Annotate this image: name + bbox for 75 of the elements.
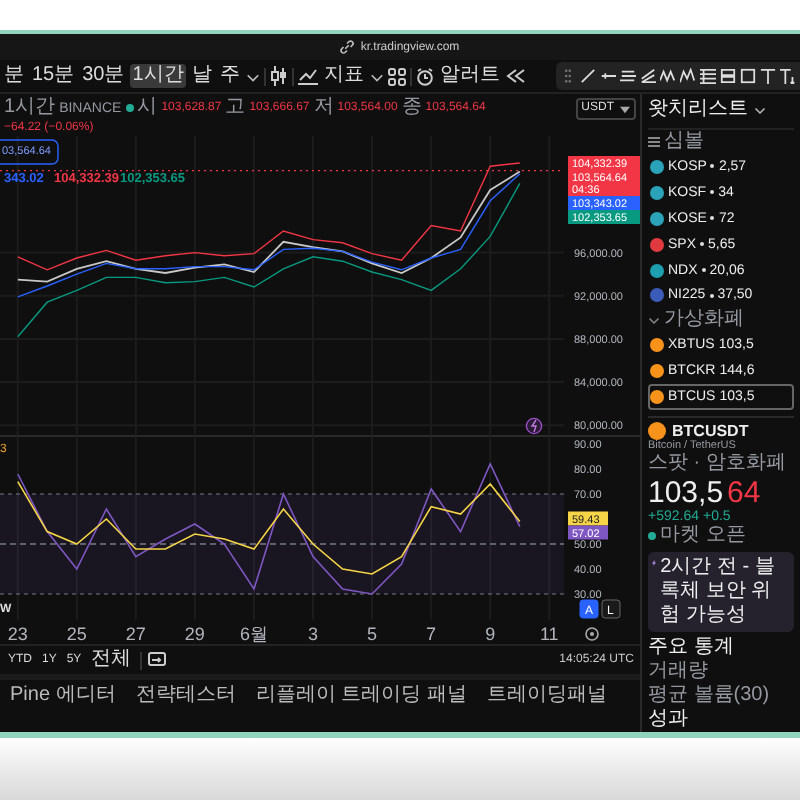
- notice-text: 2시간 전 - 블록체 보안 위험 가능성: [660, 556, 777, 629]
- panel-tab[interactable]: 리플레이 트레이딩 패널: [253, 683, 469, 707]
- status-dot-icon: [648, 532, 656, 541]
- caret-icon[interactable]: [245, 69, 260, 83]
- rectangle-icon[interactable]: [740, 68, 756, 84]
- news-notice[interactable]: 2시간 전 - 블록체 보안 위험 가능성: [648, 552, 794, 633]
- drag-handle-icon[interactable]: [560, 68, 576, 84]
- settings-icon[interactable]: [585, 627, 599, 641]
- section-heading: 성과: [648, 708, 690, 732]
- market-status: 마켓 오픈: [660, 524, 746, 549]
- indicators-button[interactable]: 지표: [321, 64, 366, 88]
- live-dot-icon: [700, 242, 705, 247]
- watchlist-title[interactable]: 왓치리스트: [648, 98, 748, 122]
- parallel-lines-icon[interactable]: [620, 68, 636, 84]
- date-label: 29: [184, 624, 205, 644]
- ohlc-label: 시: [137, 96, 158, 120]
- ohlc-label: 저: [313, 96, 334, 120]
- interval-button[interactable]: 30분: [80, 64, 127, 88]
- panel-tab[interactable]: 전략테스터: [133, 683, 238, 707]
- date-range-icon[interactable]: [147, 652, 166, 668]
- interval-button[interactable]: 15분: [30, 64, 77, 88]
- list-icon[interactable]: [648, 136, 660, 148]
- candlestick-icon[interactable]: [269, 66, 288, 86]
- lightning-icon[interactable]: [525, 417, 543, 435]
- date-label: 27: [125, 624, 146, 644]
- interval-button[interactable]: 주: [217, 64, 242, 88]
- ohlc-label: 고: [225, 96, 246, 120]
- text-tool-icon[interactable]: [760, 68, 776, 84]
- alarm-clock-icon[interactable]: [415, 67, 434, 85]
- live-dot-icon: [710, 164, 715, 169]
- date-label: 3: [308, 624, 318, 644]
- symbol-logo-icon: [648, 422, 666, 441]
- date-label: 5: [367, 624, 378, 644]
- column-header: 심볼: [664, 130, 704, 154]
- lightning-icon: [652, 556, 657, 571]
- section-title[interactable]: 가상화폐: [664, 308, 744, 333]
- panel-tab[interactable]: Pine 에디터: [8, 683, 118, 707]
- link-icon: [340, 40, 355, 54]
- stat-label: 거래량: [648, 660, 710, 685]
- symbol-type: 스팟 · 암호화폐: [648, 452, 788, 477]
- date-label: 9: [485, 624, 496, 644]
- chart-interval: 1시간: [4, 96, 56, 120]
- interval-button[interactable]: 날: [189, 64, 214, 88]
- stat-label: 평균 볼륨(30): [648, 684, 772, 709]
- caret-icon[interactable]: [648, 314, 660, 327]
- caret-icon[interactable]: [754, 104, 766, 116]
- last-price: 103,5: [648, 476, 724, 511]
- chart-line-icon[interactable]: [297, 67, 318, 85]
- interval-button[interactable]: 분: [2, 64, 26, 88]
- live-dot-icon: [709, 293, 714, 298]
- interval-button[interactable]: 1시간: [130, 64, 186, 88]
- trend-line-icon[interactable]: [580, 68, 596, 84]
- rewind-icon[interactable]: [505, 68, 526, 84]
- date-label: 11: [539, 624, 559, 644]
- date-label: 7: [426, 624, 437, 644]
- grid-icon[interactable]: [387, 67, 406, 85]
- panel-tab[interactable]: 트레이딩패널: [484, 683, 609, 707]
- angled-lines-icon[interactable]: [640, 68, 656, 84]
- horizontal-ray-icon[interactable]: [600, 68, 616, 84]
- ohlc-label: 종: [401, 96, 422, 120]
- fibonacci-lines-icon[interactable]: [700, 68, 716, 84]
- caret-icon[interactable]: [369, 69, 384, 83]
- range-button[interactable]: 전체: [89, 648, 134, 672]
- text-size-icon[interactable]: [780, 68, 796, 84]
- alert-button[interactable]: 알러트: [437, 64, 502, 88]
- date-label: 6월: [239, 624, 268, 644]
- market-open-icon: [125, 104, 134, 112]
- caret-icon: [620, 105, 630, 113]
- live-dot-icon: [710, 190, 715, 195]
- date-label: 23: [7, 624, 28, 644]
- symbol-title: BTCUSDT: [672, 422, 749, 441]
- section-heading: 주요 통계: [648, 636, 736, 661]
- last-price-digits: 64: [727, 476, 761, 511]
- live-dot-icon: [710, 216, 715, 221]
- date-label: 25: [66, 624, 87, 644]
